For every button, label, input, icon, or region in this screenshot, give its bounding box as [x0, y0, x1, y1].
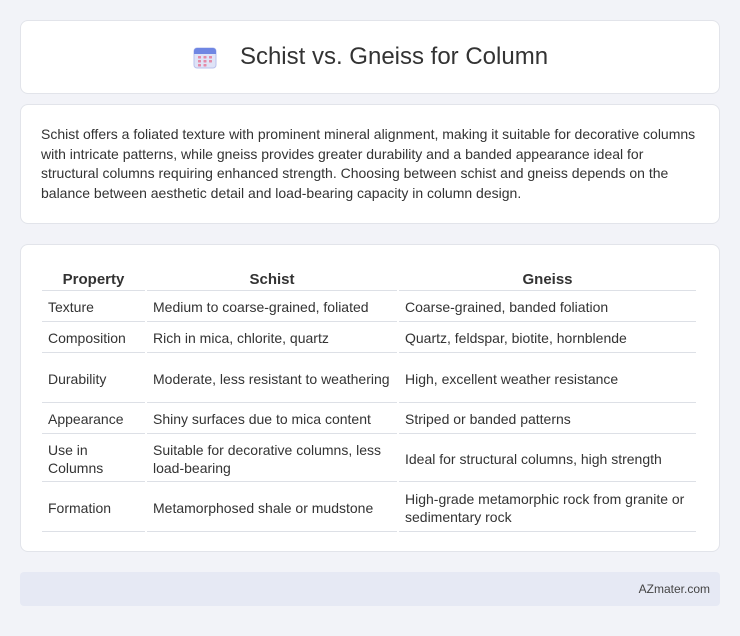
table-row: Formation Metamorphosed shale or mudston…	[42, 484, 696, 532]
property-cell: Appearance	[42, 405, 145, 434]
gneiss-cell: High-grade metamorphic rock from granite…	[399, 484, 696, 532]
table-row: Durability Moderate, less resistant to w…	[42, 355, 696, 403]
header-schist: Schist	[147, 267, 397, 291]
gneiss-cell: Ideal for structural columns, high stren…	[399, 436, 696, 482]
gneiss-cell: Striped or banded patterns	[399, 405, 696, 434]
table-row: Appearance Shiny surfaces due to mica co…	[42, 405, 696, 434]
gneiss-cell: Quartz, feldspar, biotite, hornblende	[399, 324, 696, 353]
comparison-table-card: Property Schist Gneiss Texture Medium to…	[20, 244, 720, 552]
property-cell: Use in Columns	[42, 436, 145, 482]
header-gneiss: Gneiss	[399, 267, 696, 291]
description-card: Schist offers a foliated texture with pr…	[20, 104, 720, 224]
description-text: Schist offers a foliated texture with pr…	[41, 126, 696, 201]
footer: AZmater.com	[20, 572, 720, 606]
property-cell: Composition	[42, 324, 145, 353]
table-row: Texture Medium to coarse-grained, foliat…	[42, 293, 696, 322]
table-row: Composition Rich in mica, chlorite, quar…	[42, 324, 696, 353]
schist-cell: Rich in mica, chlorite, quartz	[147, 324, 397, 353]
schist-cell: Shiny surfaces due to mica content	[147, 405, 397, 434]
page-title: Schist vs. Gneiss for Column	[239, 43, 549, 70]
property-cell: Formation	[42, 484, 145, 532]
property-cell: Durability	[42, 355, 145, 403]
table-header-row: Property Schist Gneiss	[42, 267, 696, 291]
comparison-table: Property Schist Gneiss Texture Medium to…	[40, 265, 698, 534]
table-row: Use in Columns Suitable for decorative c…	[42, 436, 696, 482]
schist-cell: Medium to coarse-grained, foliated	[147, 293, 397, 322]
title-card: Schist vs. Gneiss for Column	[20, 20, 720, 94]
schist-cell: Metamorphosed shale or mudstone	[147, 484, 397, 532]
gneiss-cell: Coarse-grained, banded foliation	[399, 293, 696, 322]
footer-site-link[interactable]: AZmater.com	[639, 582, 710, 596]
schist-cell: Suitable for decorative columns, less lo…	[147, 436, 397, 482]
header-property: Property	[42, 267, 145, 291]
property-cell: Texture	[42, 293, 145, 322]
calendar-icon	[193, 47, 217, 69]
schist-cell: Moderate, less resistant to weathering	[147, 355, 397, 403]
gneiss-cell: High, excellent weather resistance	[399, 355, 696, 403]
